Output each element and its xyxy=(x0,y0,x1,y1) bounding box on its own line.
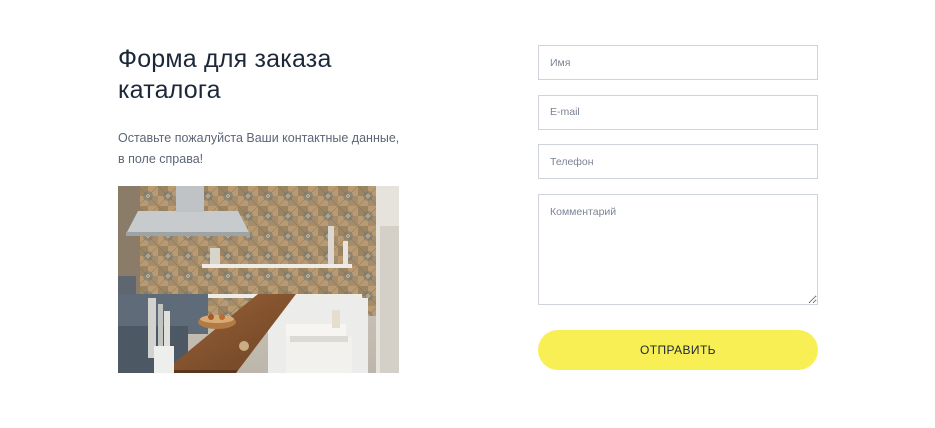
catalog-order-form: ОТПРАВИТЬ xyxy=(538,45,818,370)
kitchen-photo xyxy=(118,186,399,373)
comment-field[interactable] xyxy=(538,193,818,305)
intro-text: Оставьте пожалуйста Ваши контактные данн… xyxy=(118,131,400,166)
page-title: Форма для заказа каталога xyxy=(118,45,332,104)
phone-field[interactable] xyxy=(538,144,818,179)
email-field[interactable] xyxy=(538,94,818,130)
name-field[interactable] xyxy=(538,45,818,80)
intro-block: Форма для заказа каталога Оставьте пожал… xyxy=(118,44,408,170)
submit-button[interactable]: ОТПРАВИТЬ xyxy=(538,329,818,370)
